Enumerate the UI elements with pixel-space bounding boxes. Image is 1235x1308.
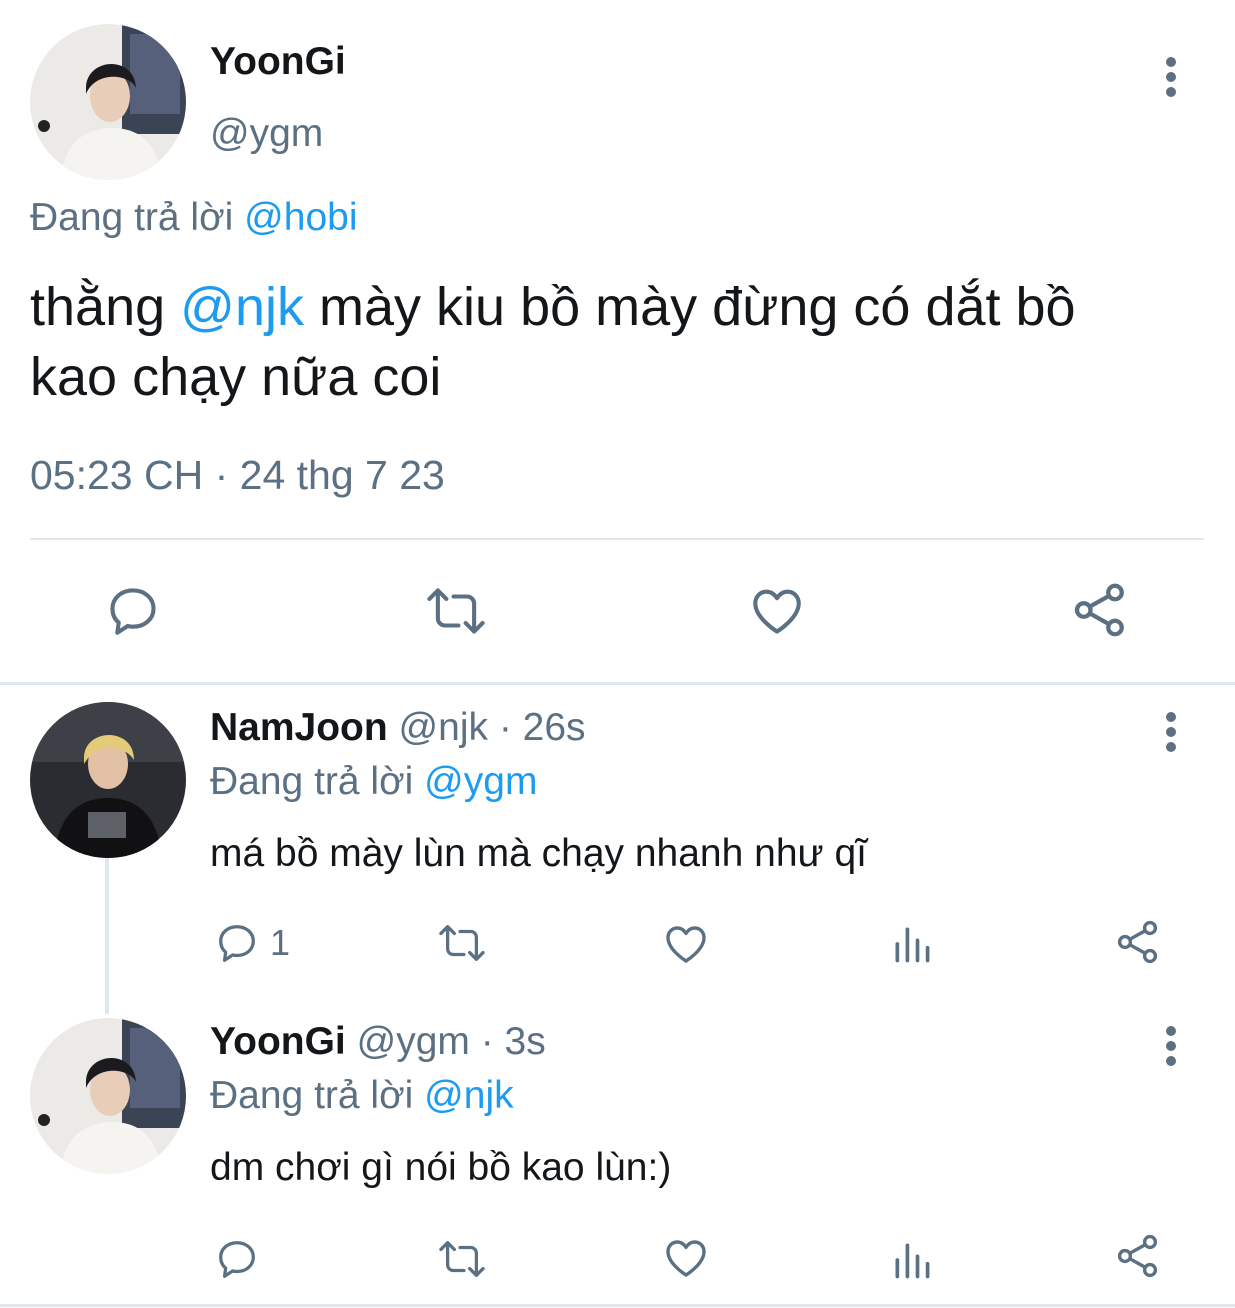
author-name[interactable]: NamJoon (210, 706, 388, 749)
tweet-mention[interactable]: @njk (180, 277, 304, 337)
more-options-icon[interactable] (1161, 712, 1181, 752)
author-handle[interactable]: @ygm (210, 112, 323, 156)
like-icon[interactable] (748, 582, 806, 640)
reply-text: dm chơi gì nói bồ kao lùn:) (210, 1146, 672, 1189)
bottom-divider (0, 1304, 1235, 1307)
reply-age[interactable]: · 26s (499, 706, 586, 749)
reply-context: Đang trả lời @ygm (210, 760, 537, 804)
tweet-text: thằng @njk mày kiu bồ mày đừng có dắt bồ… (30, 272, 1210, 412)
author-name[interactable]: YoonGi (210, 40, 346, 84)
retweet-icon[interactable] (436, 920, 488, 966)
avatar[interactable] (30, 24, 186, 180)
reply-icon[interactable] (214, 920, 260, 966)
tweet-timestamp[interactable]: 05:23 CH · 24 thg 7 23 (30, 452, 445, 499)
share-icon[interactable] (1114, 1232, 1162, 1280)
section-divider (0, 682, 1235, 685)
reply-prefix: Đang trả lời (210, 1074, 414, 1117)
more-options-icon[interactable] (1161, 1026, 1181, 1066)
reply-count: 1 (270, 922, 291, 963)
reply-context: Đang trả lời @hobi (30, 196, 358, 240)
reply-prefix: Đang trả lời (30, 196, 234, 239)
retweet-icon[interactable] (436, 1236, 488, 1282)
avatar[interactable] (30, 702, 186, 858)
more-options-icon[interactable] (1161, 57, 1181, 97)
reply-context: Đang trả lời @njk (210, 1074, 514, 1118)
reply-text: má bồ mày lùn mà chạy nhanh như qĩ (210, 832, 867, 875)
reply-to-mention[interactable]: @ygm (424, 760, 537, 803)
thread-line (105, 858, 109, 1014)
reply-header: YoonGi @ygm · 3s (210, 1020, 546, 1064)
reply-prefix: Đang trả lời (210, 760, 414, 803)
avatar[interactable] (30, 1018, 186, 1174)
share-icon[interactable] (1114, 918, 1162, 966)
reply-to-mention[interactable]: @hobi (244, 196, 357, 239)
like-icon[interactable] (662, 1234, 710, 1282)
divider (30, 538, 1204, 540)
like-icon[interactable] (662, 920, 710, 968)
retweet-icon[interactable] (424, 582, 488, 640)
reply-age[interactable]: · 3s (481, 1020, 546, 1063)
author-handle[interactable]: @ygm (357, 1020, 470, 1063)
analytics-icon[interactable] (890, 1238, 934, 1282)
reply-to-mention[interactable]: @njk (424, 1074, 513, 1117)
analytics-icon[interactable] (890, 922, 934, 966)
tweet-text-line-2: kao chạy nữa coi (30, 347, 442, 407)
reply-header: NamJoon @njk · 26s (210, 706, 586, 750)
author-handle[interactable]: @njk (399, 706, 488, 749)
author-name[interactable]: YoonGi (210, 1020, 346, 1063)
reply-icon[interactable] (104, 582, 162, 640)
reply-icon[interactable] (214, 1236, 260, 1282)
tweet-text-line-1: thằng @njk mày kiu bồ mày đừng có dắt bồ (30, 277, 1076, 337)
share-icon[interactable] (1070, 580, 1130, 640)
